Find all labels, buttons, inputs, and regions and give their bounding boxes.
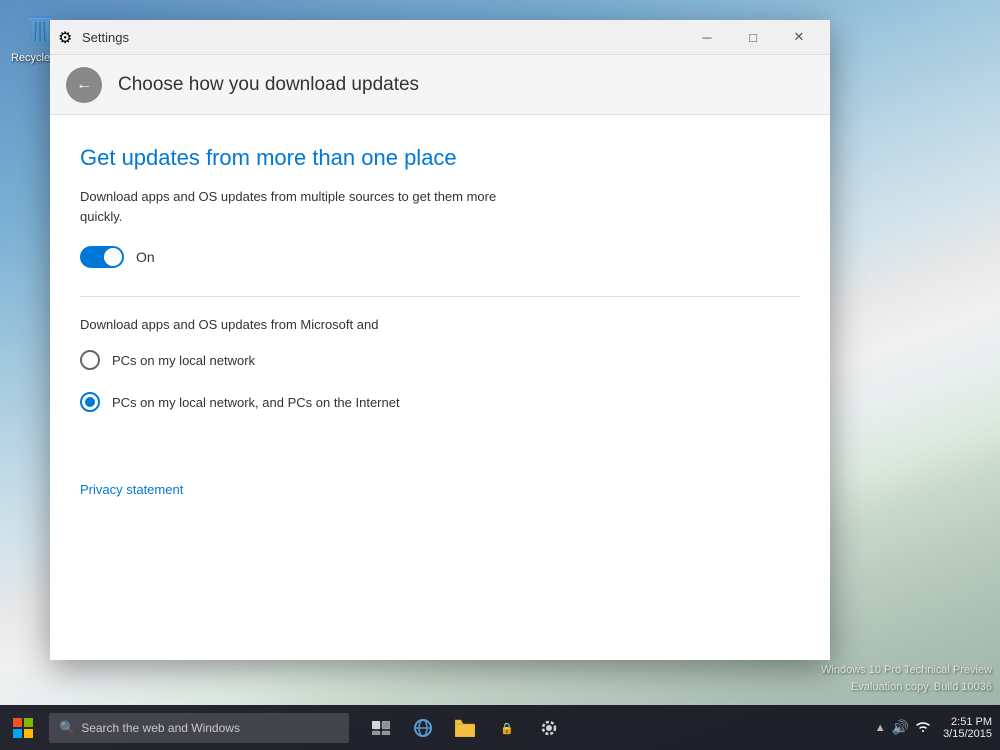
section-divider	[80, 296, 800, 297]
desktop: Recycle Bin ⚙ Settings ─ □ ✕ ← Choose ho…	[0, 0, 1000, 750]
close-button[interactable]: ✕	[776, 20, 822, 55]
settings-window: ⚙ Settings ─ □ ✕ ← Choose how you downlo…	[50, 20, 830, 660]
section-title: Get updates from more than one place	[80, 145, 800, 171]
taskbar-network-icon[interactable]	[915, 719, 931, 736]
back-icon: ←	[76, 76, 92, 94]
watermark: Windows 10 Pro Technical Preview Evaluat…	[821, 662, 992, 695]
radio-item-internet[interactable]: PCs on my local network, and PCs on the …	[80, 392, 800, 412]
toggle-knob	[104, 248, 122, 266]
taskbar-search[interactable]: 🔍 Search the web and Windows	[49, 713, 349, 743]
title-bar: ⚙ Settings ─ □ ✕	[50, 20, 830, 55]
minimize-button[interactable]: ─	[684, 20, 730, 55]
radio-label-internet: PCs on my local network, and PCs on the …	[112, 395, 400, 410]
clock-date: 3/15/2015	[943, 728, 992, 740]
page-header: ← Choose how you download updates	[50, 55, 830, 115]
watermark-line2: Evaluation copy. Build 10036	[821, 679, 992, 696]
watermark-line1: Windows 10 Pro Technical Preview	[821, 662, 992, 679]
toggle-label: On	[136, 249, 155, 265]
maximize-button[interactable]: □	[730, 20, 776, 55]
back-button[interactable]: ←	[66, 67, 102, 103]
radio-inner-internet	[85, 397, 95, 407]
taskbar-icon-settings[interactable]	[529, 705, 569, 750]
taskbar-app-icons: 🔒	[361, 705, 569, 750]
radio-item-local[interactable]: PCs on my local network	[80, 350, 800, 370]
taskbar-icon-store[interactable]: 🔒	[487, 705, 527, 750]
radio-group: PCs on my local network PCs on my local …	[80, 350, 800, 412]
toggle-switch[interactable]	[80, 246, 124, 268]
content-area: Get updates from more than one place Dow…	[50, 115, 830, 660]
radio-label-local: PCs on my local network	[112, 353, 255, 368]
svg-text:🔒: 🔒	[500, 722, 514, 735]
description-text: Download apps and OS updates from multip…	[80, 187, 500, 226]
taskbar-arrow-icon[interactable]: ▲	[875, 722, 886, 734]
window-controls: ─ □ ✕	[684, 20, 822, 55]
taskbar-icon-explorer[interactable]	[445, 705, 485, 750]
taskbar-search-icon: 🔍	[59, 720, 75, 736]
radio-outer-internet	[80, 392, 100, 412]
taskbar-icon-task-view[interactable]	[361, 705, 401, 750]
window-title: Settings	[82, 30, 684, 45]
taskbar-icon-ie[interactable]	[403, 705, 443, 750]
taskbar-clock[interactable]: 2:51 PM 3/15/2015	[943, 716, 992, 740]
taskbar-right: ▲ 🔊 2:51 PM 3/15/2015	[875, 716, 1000, 740]
privacy-link[interactable]: Privacy statement	[80, 482, 183, 497]
toggle-container: On	[80, 246, 800, 268]
sub-label: Download apps and OS updates from Micros…	[80, 317, 800, 332]
taskbar: 🔍 Search the web and Windows	[0, 705, 1000, 750]
taskbar-search-text: Search the web and Windows	[81, 721, 240, 735]
radio-outer-local	[80, 350, 100, 370]
start-button[interactable]	[0, 705, 45, 750]
page-title: Choose how you download updates	[118, 74, 419, 96]
taskbar-sys-icons: ▲ 🔊	[875, 719, 931, 736]
clock-time: 2:51 PM	[951, 716, 992, 728]
settings-window-icon: ⚙	[58, 28, 76, 46]
taskbar-volume-icon[interactable]: 🔊	[892, 719, 909, 736]
